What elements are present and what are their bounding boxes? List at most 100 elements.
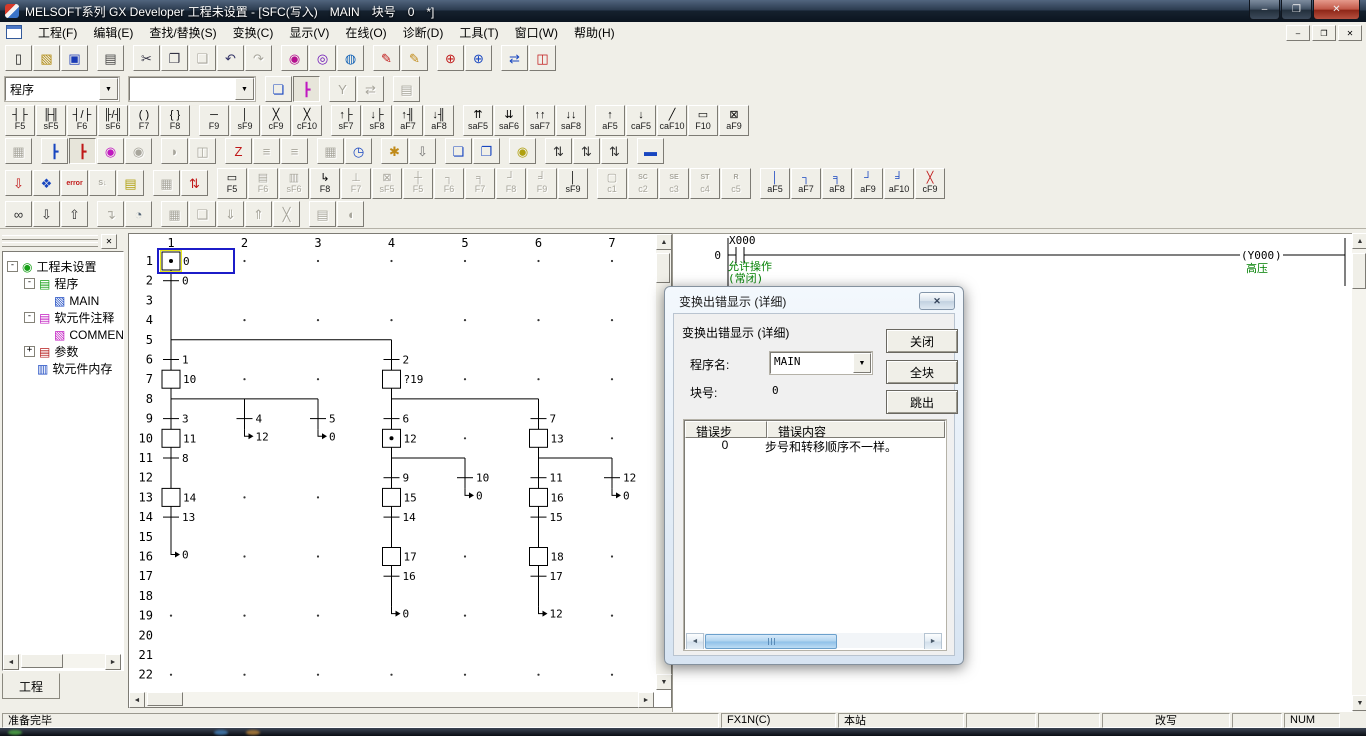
sfc-step-12[interactable]: 12 (383, 429, 417, 447)
falling-pulse-button[interactable]: ↓├sF8 (362, 105, 392, 136)
project-data-list-button[interactable]: ┣ (293, 76, 320, 102)
block-error-display-button[interactable]: error (61, 170, 88, 196)
coil-button[interactable]: ( )F7 (129, 105, 159, 136)
sfc-step-button[interactable]: ▭F5 (217, 168, 247, 199)
copy-button[interactable]: ❐ (161, 45, 188, 71)
closed-contact-button[interactable]: ┤/├F6 (67, 105, 97, 136)
write-mode-button[interactable]: ┣ (69, 138, 96, 164)
tree-item-程序[interactable]: -▤程序 (3, 275, 123, 292)
sfc-transition-7[interactable]: 7 (531, 413, 557, 426)
find-previous-button[interactable]: ⇧ (61, 201, 88, 227)
rising-pulse-button[interactable]: ↑├sF7 (331, 105, 361, 136)
scroll-left-icon[interactable]: ◄ (129, 692, 145, 708)
sfc-diagram-panel[interactable]: 1234567123456789101112131415161718192021… (128, 233, 672, 708)
delete-vertical-line-button[interactable]: ╳cF10 (292, 105, 322, 136)
scroll-down-icon[interactable]: ▼ (1352, 695, 1366, 711)
sfc-transition-15[interactable]: 15 (531, 511, 563, 524)
sfc-transition-2[interactable]: 2 (384, 354, 410, 367)
comment-search-button[interactable]: ◉ (509, 138, 536, 164)
vertical-line-button[interactable]: │sF9 (230, 105, 260, 136)
sfc-transition-4[interactable]: 4 (237, 413, 263, 426)
restore-button[interactable]: ❐ (1281, 0, 1312, 20)
program-check-button[interactable]: ✱ (381, 138, 408, 164)
parallel-rising-pulse-button[interactable]: ↑╢aF7 (393, 105, 423, 136)
tree-item-COMMENT[interactable]: ▧COMMENT (3, 326, 123, 343)
sfc-transition-9[interactable]: 9 (384, 472, 410, 485)
collapse-icon[interactable]: - (24, 278, 35, 289)
scroll-right-icon[interactable]: ► (638, 692, 654, 708)
find-instruction-button[interactable]: ◎ (309, 45, 336, 71)
sfc-transition-17[interactable]: 17 (531, 570, 563, 583)
scroll-up-icon[interactable]: ▲ (656, 234, 672, 250)
device-test-button[interactable]: ✎ (373, 45, 400, 71)
mdi-minimize-button[interactable]: – (1286, 25, 1310, 41)
sfc-jump-to-0[interactable]: 0 (392, 607, 410, 621)
cut-button[interactable]: ✂ (133, 45, 160, 71)
device-registration-button[interactable]: ✎ (401, 45, 428, 71)
sfc-transition-6[interactable]: 6 (384, 413, 410, 426)
sfc-transition-16[interactable]: 16 (384, 570, 416, 583)
sfc-step-17[interactable]: 17 (383, 548, 417, 566)
collapse-icon[interactable]: - (7, 261, 18, 272)
rising-pulse-closed-button[interactable]: ⇈saF5 (463, 105, 493, 136)
sfc-vertical-line-button[interactable]: │sF9 (558, 168, 588, 199)
sfc-jump-button[interactable]: ↳F8 (310, 168, 340, 199)
application-instruction-button[interactable]: { }F8 (160, 105, 190, 136)
scrollbar-thumb[interactable] (1352, 253, 1366, 289)
program-convert-button[interactable]: Z (225, 138, 252, 164)
scrollbar-track[interactable] (19, 654, 105, 668)
menu-item-4[interactable]: 变换(C) (225, 22, 282, 43)
tree-item-软元件注释[interactable]: -▤软元件注释 (3, 309, 123, 326)
column-insert-button[interactable]: ⇅ (601, 138, 628, 164)
sfc-transition-14[interactable]: 14 (384, 511, 417, 524)
sfc-step-11[interactable]: 11 (162, 429, 196, 447)
monitor-mode-button[interactable]: ◉ (97, 138, 124, 164)
panel-close-icon[interactable]: ✕ (101, 234, 117, 249)
delete-horizontal-line-button[interactable]: ╳cF9 (261, 105, 291, 136)
program-name-combo[interactable]: ▼ (129, 77, 255, 101)
find-next-button[interactable]: ⇩ (33, 201, 60, 227)
collapse-icon[interactable]: - (24, 312, 35, 323)
parallel-rising-pulse-closed-button[interactable]: ↑↑saF7 (525, 105, 555, 136)
scroll-down-icon[interactable]: ▼ (656, 674, 672, 690)
sfc-diagram[interactable]: 1234567123456789101112131415161718192021… (129, 234, 654, 690)
sfc-hscrollbar[interactable]: ◄► (129, 692, 654, 707)
scrollbar-track[interactable] (1352, 249, 1366, 695)
scrollbar-track[interactable] (145, 692, 638, 707)
zoom-window-2-button[interactable]: ❐ (473, 138, 500, 164)
open-project-button[interactable]: ▧ (33, 45, 60, 71)
menu-item-7[interactable]: 诊断(D) (395, 22, 452, 43)
sfc-transition-8[interactable]: 8 (163, 452, 189, 465)
print-button[interactable]: ▤ (97, 45, 124, 71)
menu-item-5[interactable]: 显示(V) (281, 22, 337, 43)
sfc-step-13[interactable]: 13 (530, 429, 564, 447)
sfc-jump-to-0[interactable]: 0 (465, 488, 483, 502)
comment-navigation-button[interactable]: ❏ (265, 76, 292, 102)
pc-write-button[interactable]: ⇄ (501, 45, 528, 71)
mdi-child-icon[interactable] (6, 25, 22, 39)
menu-item-2[interactable]: 编辑(E) (85, 22, 141, 43)
menu-item-9[interactable]: 窗口(W) (507, 22, 566, 43)
falling-pulse-closed-button[interactable]: ⇊saF6 (494, 105, 524, 136)
sfc-step-18[interactable]: 18 (530, 548, 564, 566)
row-delete-button[interactable]: ⇅ (573, 138, 600, 164)
zoom-out-button[interactable]: ⊕ (465, 45, 492, 71)
scrollbar-thumb[interactable] (21, 654, 63, 668)
sfc-transition-13[interactable]: 13 (163, 511, 195, 524)
close-button[interactable]: ✕ (1313, 0, 1360, 20)
ladder-vscrollbar[interactable]: ▲▼ (1352, 233, 1366, 711)
mdi-close-button[interactable]: ✕ (1338, 25, 1362, 41)
dialog-close-action-button[interactable]: 关闭 (886, 329, 958, 353)
device-monitor-button[interactable]: ▬ (637, 138, 664, 164)
menu-item-1[interactable]: 工程(F) (30, 22, 85, 43)
data-type-combo[interactable]: 程序 ▼ (5, 77, 119, 101)
find-string-button[interactable]: ◍ (337, 45, 364, 71)
tree-item-MAIN[interactable]: ▧MAIN (3, 292, 123, 309)
read-mode-button[interactable]: ┣ (41, 138, 68, 164)
dialog-all-blocks-button[interactable]: 全块 (886, 360, 958, 384)
sfc-transition-10[interactable]: 10 (457, 472, 489, 485)
undo-button[interactable]: ↶ (217, 45, 244, 71)
sfc-step-16[interactable]: 16 (530, 488, 564, 506)
parallel-falling-pulse-button[interactable]: ↓╢aF8 (424, 105, 454, 136)
sfc-draw-simultaneous-convergence-button[interactable]: ╛aF10 (884, 168, 914, 199)
